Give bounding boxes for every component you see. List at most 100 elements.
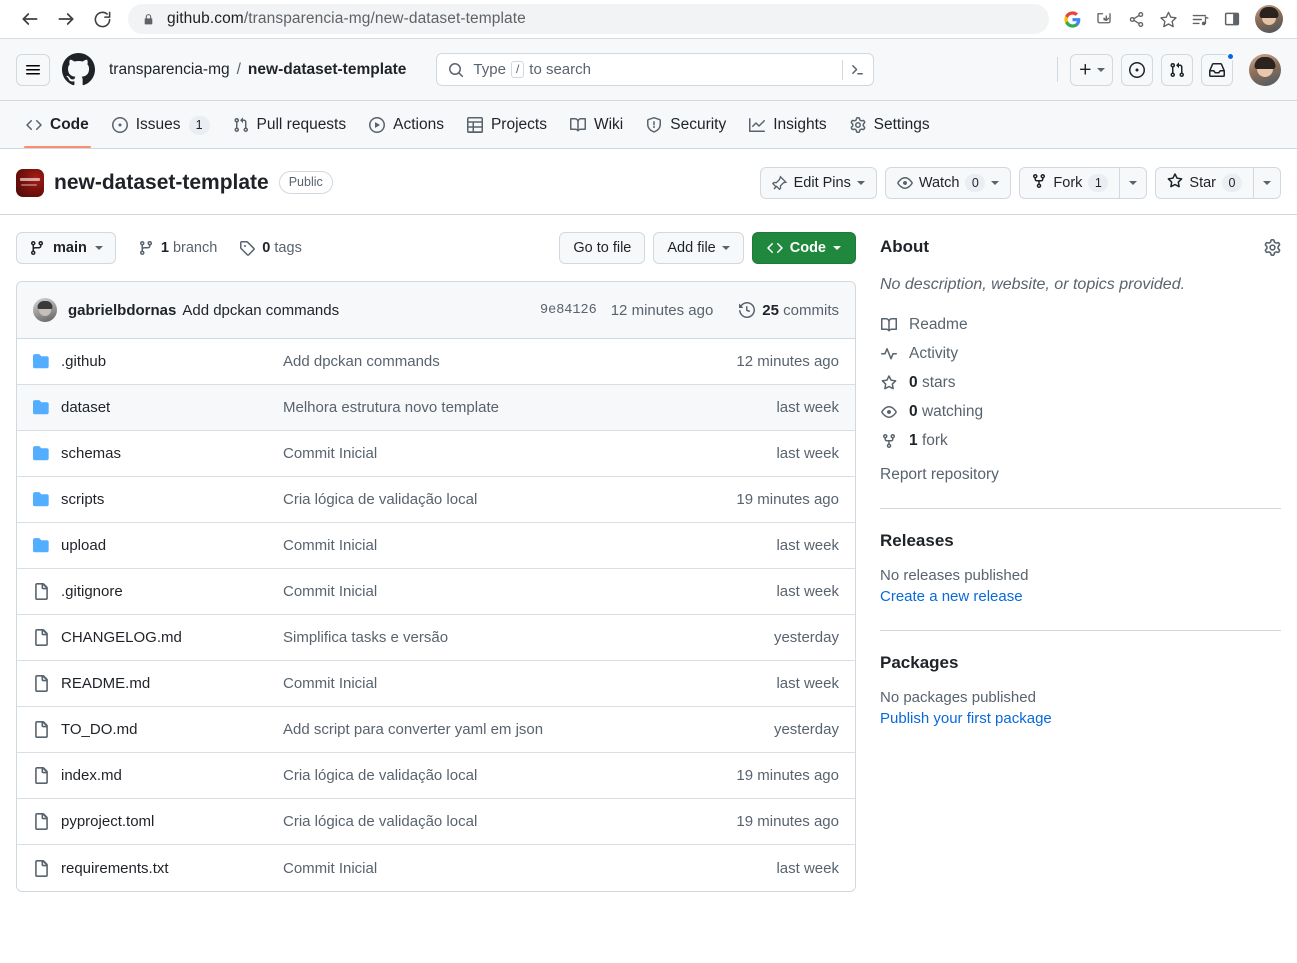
readme-link[interactable]: Readme bbox=[880, 316, 1281, 334]
browser-profile-avatar[interactable] bbox=[1255, 5, 1283, 33]
issues-button[interactable] bbox=[1121, 53, 1153, 86]
file-name[interactable]: pyproject.toml bbox=[61, 813, 283, 830]
gear-icon[interactable] bbox=[1264, 238, 1281, 256]
stars-label: stars bbox=[921, 373, 956, 391]
tab-wiki[interactable]: Wiki bbox=[560, 102, 633, 148]
publish-package-link[interactable]: Publish your first package bbox=[880, 710, 1052, 727]
file-name[interactable]: CHANGELOG.md bbox=[61, 629, 283, 646]
file-commit-message[interactable]: Cria lógica de validação local bbox=[283, 767, 736, 784]
table-row[interactable]: dataset Melhora estrutura novo template … bbox=[17, 385, 855, 431]
file-commit-message[interactable]: Commit Inicial bbox=[283, 445, 776, 462]
github-mark-icon[interactable] bbox=[62, 53, 95, 86]
file-name[interactable]: README.md bbox=[61, 675, 283, 692]
table-row[interactable]: scripts Cria lógica de validação local 1… bbox=[17, 477, 855, 523]
watching-link[interactable]: 0 watching bbox=[880, 403, 1281, 421]
commits-label: commits bbox=[783, 301, 839, 319]
file-commit-message[interactable]: Cria lógica de validação local bbox=[283, 491, 736, 508]
tab-code[interactable]: Code bbox=[16, 102, 99, 148]
commit-hash[interactable]: 9e84126 bbox=[540, 303, 597, 318]
create-new-button[interactable] bbox=[1070, 53, 1113, 86]
google-icon[interactable] bbox=[1057, 4, 1087, 34]
notifications-button[interactable] bbox=[1201, 51, 1235, 86]
commit-author[interactable]: gabrielbdornas bbox=[68, 302, 176, 319]
file-commit-message[interactable]: Melhora estrutura novo template bbox=[283, 399, 776, 416]
history-icon bbox=[739, 302, 756, 318]
table-row[interactable]: .gitignore Commit Inicial last week bbox=[17, 569, 855, 615]
avatar[interactable] bbox=[33, 298, 57, 322]
user-avatar[interactable] bbox=[1249, 53, 1281, 86]
breadcrumb-repo[interactable]: new-dataset-template bbox=[248, 61, 406, 79]
fork-dropdown-button[interactable] bbox=[1119, 167, 1146, 198]
side-panel-icon[interactable] bbox=[1217, 4, 1247, 34]
edit-pins-button[interactable]: Edit Pins bbox=[759, 166, 877, 199]
table-row[interactable]: requirements.txt Commit Inicial last wee… bbox=[17, 845, 855, 891]
file-name[interactable]: scripts bbox=[61, 491, 283, 508]
commits-count-link[interactable]: 25 commits bbox=[739, 302, 839, 319]
branch-selector-button[interactable]: main bbox=[16, 232, 116, 264]
file-name[interactable]: index.md bbox=[61, 767, 283, 784]
fork-button[interactable]: Fork 1 bbox=[1020, 168, 1119, 198]
tab-issues[interactable]: Issues 1 bbox=[102, 102, 220, 148]
table-row[interactable]: .github Add dpckan commands 12 minutes a… bbox=[17, 339, 855, 385]
file-commit-message[interactable]: Add script para converter yaml em json bbox=[283, 721, 774, 738]
branches-count-link[interactable]: 1 branch bbox=[138, 240, 217, 256]
address-bar[interactable]: github.com/transparencia-mg/new-dataset-… bbox=[128, 4, 1049, 34]
tags-count-link[interactable]: 0 tags bbox=[239, 240, 302, 256]
activity-link[interactable]: Activity bbox=[880, 345, 1281, 363]
search-input[interactable]: Type / to search bbox=[436, 53, 875, 86]
stars-link[interactable]: 0 stars bbox=[880, 374, 1281, 392]
table-row[interactable]: CHANGELOG.md Simplifica tasks e versão y… bbox=[17, 615, 855, 661]
media-playlist-icon[interactable] bbox=[1185, 4, 1215, 34]
table-row[interactable]: TO_DO.md Add script para converter yaml … bbox=[17, 707, 855, 753]
file-name[interactable]: upload bbox=[61, 537, 283, 554]
tab-insights[interactable]: Insights bbox=[739, 102, 836, 148]
file-name[interactable]: TO_DO.md bbox=[61, 721, 283, 738]
go-to-file-button[interactable]: Go to file bbox=[559, 232, 646, 264]
table-row[interactable]: pyproject.toml Cria lógica de validação … bbox=[17, 799, 855, 845]
file-name[interactable]: .gitignore bbox=[61, 583, 283, 600]
table-row[interactable]: schemas Commit Inicial last week bbox=[17, 431, 855, 477]
commit-message[interactable]: Add dpckan commands bbox=[182, 302, 339, 319]
table-row[interactable]: index.md Cria lógica de validação local … bbox=[17, 753, 855, 799]
commit-time: 12 minutes ago bbox=[610, 301, 714, 319]
forward-arrow-icon[interactable] bbox=[50, 3, 82, 35]
reload-icon[interactable] bbox=[86, 3, 118, 35]
tab-settings[interactable]: Settings bbox=[840, 102, 940, 148]
tab-actions[interactable]: Actions bbox=[359, 102, 454, 148]
file-commit-message[interactable]: Commit Inicial bbox=[283, 675, 776, 692]
file-commit-message[interactable]: Commit Inicial bbox=[283, 537, 776, 554]
tab-pull-requests[interactable]: Pull requests bbox=[223, 102, 357, 148]
file-commit-message[interactable]: Commit Inicial bbox=[283, 860, 776, 877]
file-commit-message[interactable]: Commit Inicial bbox=[283, 583, 776, 600]
back-arrow-icon[interactable] bbox=[14, 3, 46, 35]
install-app-icon[interactable] bbox=[1089, 4, 1119, 34]
bookmark-star-icon[interactable] bbox=[1153, 4, 1183, 34]
tab-security[interactable]: Security bbox=[636, 102, 736, 148]
file-commit-message[interactable]: Simplifica tasks e versão bbox=[283, 629, 774, 646]
add-file-button[interactable]: Add file bbox=[653, 232, 744, 264]
code-download-button[interactable]: Code bbox=[751, 232, 856, 264]
watch-button[interactable]: Watch 0 bbox=[884, 166, 1012, 199]
file-name[interactable]: requirements.txt bbox=[61, 860, 283, 877]
code-icon bbox=[26, 117, 42, 133]
page-title[interactable]: new-dataset-template bbox=[54, 171, 269, 195]
table-row[interactable]: README.md Commit Inicial last week bbox=[17, 661, 855, 707]
share-icon[interactable] bbox=[1121, 4, 1151, 34]
pull-requests-button[interactable] bbox=[1161, 53, 1193, 86]
file-name[interactable]: dataset bbox=[61, 399, 283, 416]
tab-projects[interactable]: Projects bbox=[457, 102, 557, 148]
create-release-link[interactable]: Create a new release bbox=[880, 588, 1023, 605]
report-repository-link[interactable]: Report repository bbox=[880, 466, 1281, 484]
star-dropdown-button[interactable] bbox=[1253, 167, 1280, 198]
hamburger-menu-icon[interactable] bbox=[16, 53, 50, 86]
file-commit-message[interactable]: Add dpckan commands bbox=[283, 353, 736, 370]
forks-link[interactable]: 1 fork bbox=[880, 432, 1281, 450]
file-name[interactable]: schemas bbox=[61, 445, 283, 462]
terminal-icon[interactable] bbox=[850, 62, 865, 77]
file-commit-message[interactable]: Cria lógica de validação local bbox=[283, 813, 736, 830]
breadcrumb-owner[interactable]: transparencia-mg bbox=[109, 61, 230, 79]
star-button[interactable]: Star 0 bbox=[1156, 168, 1253, 198]
table-row[interactable]: upload Commit Inicial last week bbox=[17, 523, 855, 569]
breadcrumb: transparencia-mg / new-dataset-template bbox=[109, 61, 406, 79]
file-name[interactable]: .github bbox=[61, 353, 283, 370]
